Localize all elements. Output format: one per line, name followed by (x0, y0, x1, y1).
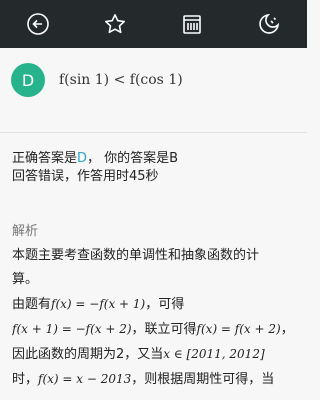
analysis-body: 本题主要考查函数的单调性和抽象函数的计 算。 由题有f(x) = −f(x + … (12, 244, 297, 392)
favorite-button[interactable] (98, 7, 132, 41)
star-icon (105, 14, 126, 34)
result-summary: 正确答案是D， 你的答案是B 回答错误，作答用时45秒 (12, 150, 302, 186)
analysis-text: 因此函数的周期为2，又当 (12, 347, 164, 362)
analysis-line: 本题主要考查函数的单调性和抽象函数的计 (12, 248, 260, 263)
your-answer-value: B (169, 151, 179, 166)
math-expression: f(x) = −f(x + 1) (51, 297, 146, 311)
analysis-text: ，可得 (145, 297, 185, 312)
top-toolbar (0, 0, 307, 48)
answer-option[interactable]: D f(sin 1) < f(cos 1) (11, 62, 301, 98)
night-mode-button[interactable] (252, 7, 286, 41)
correct-answer-label: 正确答案是 (12, 151, 78, 166)
your-answer-label: ， 你的答案是 (87, 151, 170, 166)
analysis-text: ， (280, 322, 294, 337)
back-button[interactable] (21, 7, 55, 41)
math-expression: f(x + 1) = −f(x + 2) (12, 322, 132, 336)
back-icon (27, 13, 50, 35)
option-badge: D (11, 63, 45, 97)
status-line: 回答错误，作答用时45秒 (12, 169, 159, 184)
analysis-line: f(x + 1) = −f(x + 2)，联立可得f(x) = f(x + 2)… (12, 317, 297, 342)
analysis-text: 由题有 (12, 297, 52, 312)
analysis-line: 因此函数的周期为2，又当x ∈ [2011, 2012] (12, 342, 297, 367)
analysis-text: ，则根据周期性可得，当 (131, 372, 275, 387)
math-expression: x ∈ [2011, 2012] (163, 347, 265, 361)
answer-line: 正确答案是D， 你的答案是B (12, 150, 302, 168)
math-expression: f(x) = f(x + 2) (196, 322, 281, 336)
analysis-text: 时， (12, 372, 39, 387)
analysis-line: 算。 (12, 272, 39, 287)
math-expression: f(x) = x − 2013 (38, 372, 132, 386)
night-mode-icon (258, 13, 279, 34)
answer-card-icon (183, 15, 201, 34)
option-formula: f(sin 1) < f(cos 1) (59, 72, 183, 88)
divider (0, 132, 307, 133)
analysis-line: 时，f(x) = x − 2013，则根据周期性可得，当 (12, 367, 297, 392)
analysis-heading: 解析 (12, 224, 39, 239)
correct-answer-value: D (77, 151, 88, 166)
analysis-text: ，联立可得 (131, 322, 197, 337)
analysis-line: 由题有f(x) = −f(x + 1)，可得 (12, 292, 297, 317)
answer-card-button[interactable] (175, 7, 209, 41)
